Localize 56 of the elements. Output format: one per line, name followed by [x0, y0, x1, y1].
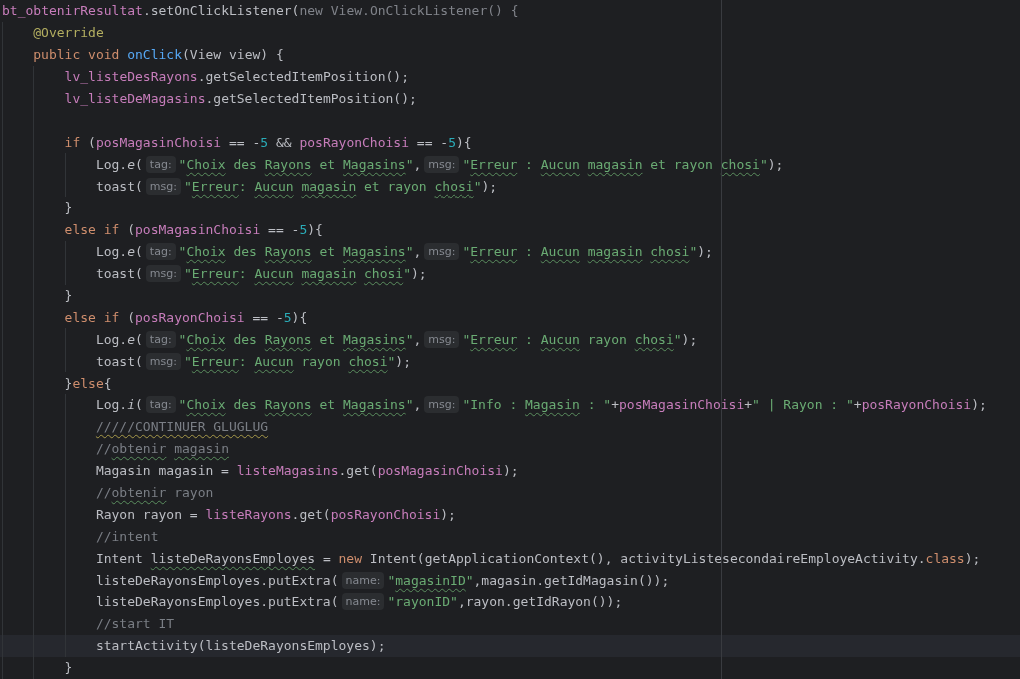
code-text: @Override — [33, 25, 104, 41]
code-text: Log.i( — [95, 397, 143, 413]
code-text: Rayon rayon = listeRayons.get(posRayonChoisi); — [95, 506, 456, 522]
code-text: if (posMagasinChoisi == -5 && posRayonChoisi == -5){ — [64, 134, 472, 150]
code-text: "Choix des Rayons et Magasins", — [178, 244, 422, 260]
code-text: Log.e( — [95, 156, 143, 172]
code-text: Intent listeDeRayonsEmployes = new Intent(getApplicationContext(), activityListesecondaireEmployeActivity.class); — [95, 550, 981, 566]
parameter-hint: msg: — [145, 352, 181, 370]
code-text: "Erreur: Aucun magasin et rayon chosi"); — [184, 178, 498, 194]
code-text: "Erreur: Aucun magasin chosi"); — [184, 266, 427, 282]
parameter-hint: msg: — [145, 177, 181, 195]
code-text: /////CONTINUER GLUGLUG — [95, 419, 269, 435]
code-text: else if (posMagasinChoisi == -5){ — [64, 222, 323, 238]
code-text: "Choix des Rayons et Magasins", — [178, 331, 422, 347]
code-text: "Info : Magasin : "+posMagasinChoisi+" | Rayon : "+posRayonChoisi); — [462, 397, 987, 413]
parameter-hint: tag: — [145, 155, 176, 173]
code-text: Magasin magasin = listeMagasins.get(posMagasinChoisi); — [95, 463, 519, 479]
code-text: "Erreur: Aucun rayon chosi"); — [184, 353, 411, 369]
code-text: toast( — [95, 266, 143, 282]
code-text: "Erreur : Aucun magasin chosi"); — [462, 244, 713, 260]
code-text: toast( — [95, 353, 143, 369]
code-text: "Erreur : Aucun magasin et rayon chosi"); — [462, 156, 784, 172]
code-text: public void onClick(View view) { — [33, 47, 284, 63]
code-text: "magasinID",magasin.getIdMagasin()); — [387, 572, 670, 588]
parameter-hint: tag: — [145, 243, 176, 261]
code-text: "Choix des Rayons et Magasins", — [178, 397, 422, 413]
code-text: } — [64, 288, 73, 303]
code-text: } — [64, 200, 73, 216]
code-text: //start IT — [95, 616, 175, 632]
parameter-hint: tag: — [145, 396, 176, 414]
code-text: "Erreur : Aucun rayon chosi"); — [462, 331, 698, 347]
parameter-hint: tag: — [145, 330, 176, 348]
code-text: lv_listeDeMagasins.getSelectedItemPosition(); — [64, 91, 417, 106]
parameter-hint: msg: — [424, 330, 460, 348]
code-text: toast( — [95, 178, 143, 194]
code-text: //obtenir magasin — [95, 441, 229, 457]
parameter-hint: msg: — [424, 155, 460, 173]
code-text: listeDeRayonsEmployes.putExtra( — [95, 594, 339, 610]
parameter-hint: name: — [341, 593, 385, 611]
code-text: "rayonID",rayon.getIdRayon()); — [387, 594, 623, 610]
code-text: } — [64, 660, 73, 676]
parameter-hint: name: — [341, 571, 385, 589]
parameter-hint: msg: — [424, 396, 460, 414]
code-text: bt_obtenirResultat.setOnClickListener(new View.OnClickListener() { — [2, 3, 519, 19]
code-text: startActivity(listeDeRayonsEmployes); — [95, 638, 386, 654]
code-text: Log.e( — [95, 244, 143, 260]
code-text: "Choix des Rayons et Magasins", — [178, 156, 422, 172]
code-text: }else{ — [64, 375, 112, 391]
code-text: else if (posRayonChoisi == -5){ — [64, 309, 308, 325]
code-text: lv_listeDesRayons.getSelectedItemPosition(); — [64, 69, 409, 85]
code-text: listeDeRayonsEmployes.putExtra( — [95, 572, 339, 588]
parameter-hint: msg: — [145, 265, 181, 283]
code-text: //intent — [95, 528, 159, 544]
parameter-hint: msg: — [424, 243, 460, 261]
code-text: //obtenir rayon — [95, 485, 214, 501]
code-text: Log.e( — [95, 331, 143, 347]
